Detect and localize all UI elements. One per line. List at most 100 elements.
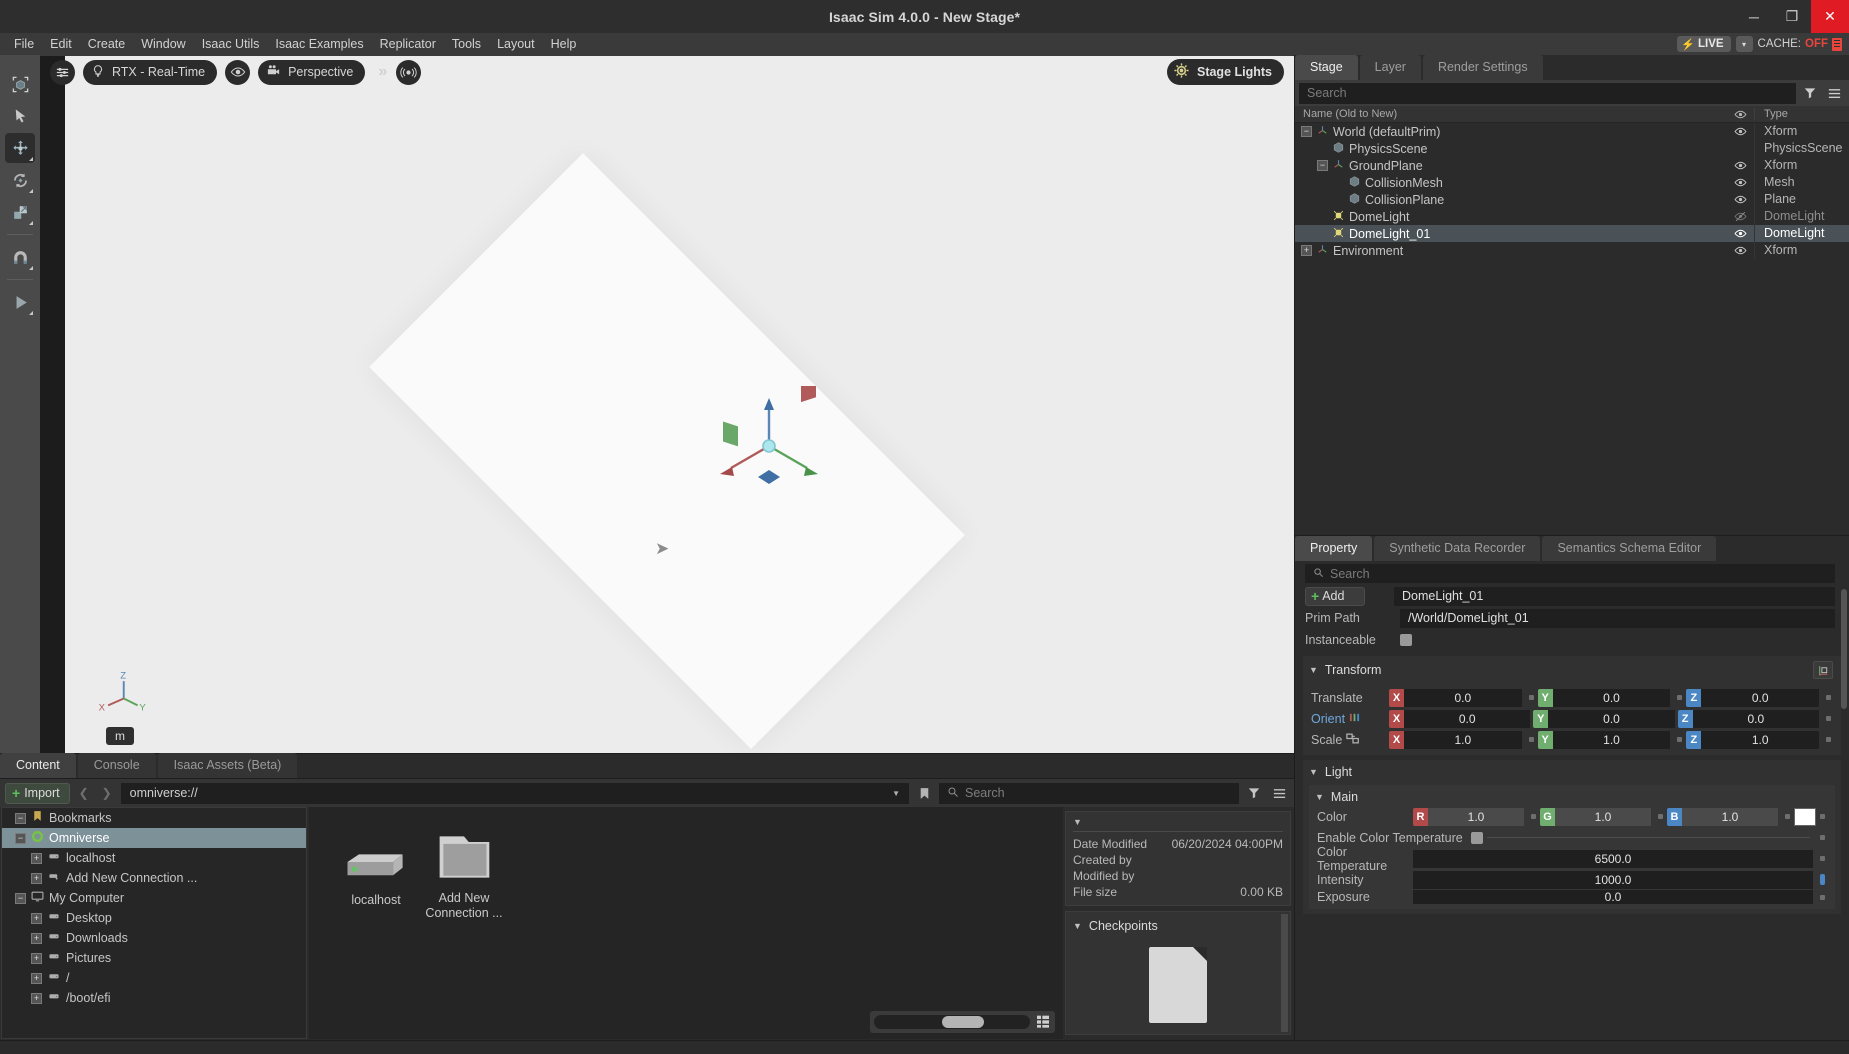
translate-y-reset-dot[interactable] xyxy=(1677,695,1683,700)
viewport-3d[interactable]: RTX - Real-Time Perspective » Stage Ligh… xyxy=(40,55,1294,753)
stage-filter-icon[interactable] xyxy=(1800,86,1820,100)
intensity-value[interactable]: 1000.0 xyxy=(1413,870,1813,889)
color-g-reset-dot[interactable] xyxy=(1658,814,1663,819)
list-item[interactable]: + Desktop xyxy=(2,908,306,928)
orient-z-field[interactable]: Z 0.0 xyxy=(1677,709,1819,728)
property-search-input[interactable]: Search xyxy=(1305,564,1835,583)
instanceable-checkbox[interactable] xyxy=(1400,634,1412,646)
camera-button[interactable]: Perspective xyxy=(258,59,366,85)
translate-reset-dot[interactable] xyxy=(1826,695,1832,700)
scale-z-field[interactable]: Z 1.0 xyxy=(1686,730,1820,749)
path-chevron-down-icon[interactable]: ▼ xyxy=(892,789,900,798)
chevron-double-right-icon[interactable]: » xyxy=(373,63,388,81)
live-button[interactable]: ⚡ LIVE xyxy=(1677,36,1731,52)
table-row[interactable]: PhysicsScene PhysicsScene xyxy=(1295,140,1849,157)
list-item[interactable]: + Pictures xyxy=(2,948,306,968)
translate-y-field[interactable]: Y 0.0 xyxy=(1537,688,1671,707)
scale-x-field[interactable]: X 1.0 xyxy=(1389,730,1522,749)
light-main-header[interactable]: ▼ Main xyxy=(1309,788,1835,806)
menu-replicator[interactable]: Replicator xyxy=(372,33,444,55)
file-info-collapse-icon[interactable]: ▼ xyxy=(1073,817,1283,827)
list-item[interactable]: + / xyxy=(2,968,306,988)
table-row[interactable]: DomeLight DomeLight xyxy=(1295,208,1849,225)
stage-menu-icon[interactable] xyxy=(1824,86,1844,101)
bookmark-icon[interactable] xyxy=(914,786,934,801)
color-r-field[interactable]: R 1.0 xyxy=(1413,807,1524,826)
prim-name-input[interactable]: DomeLight_01 xyxy=(1394,586,1835,606)
sensor-icon[interactable] xyxy=(396,59,422,85)
exposure-value[interactable]: 0.0 xyxy=(1413,890,1813,904)
visibility-toggle[interactable] xyxy=(1726,210,1754,223)
orient-y-field[interactable]: Y 0.0 xyxy=(1533,709,1675,728)
exposure-reset-dot[interactable] xyxy=(1820,894,1825,900)
cache-status[interactable]: CACHE: OFF xyxy=(1758,37,1842,51)
play-tool[interactable] xyxy=(5,287,35,317)
expander-toggle[interactable]: − xyxy=(15,892,26,904)
snap-tool[interactable] xyxy=(5,242,35,272)
list-item[interactable]: + Add New Connection ... xyxy=(2,868,306,888)
visibility-toggle[interactable] xyxy=(1726,176,1754,189)
table-row[interactable]: CollisionMesh Mesh xyxy=(1295,174,1849,191)
tab-console[interactable]: Console xyxy=(77,753,156,778)
intensity-reset-dot[interactable] xyxy=(1820,874,1825,885)
enable-color-temperature-reset-dot[interactable] xyxy=(1820,835,1825,840)
menu-edit[interactable]: Edit xyxy=(42,33,80,55)
visibility-toggle[interactable] xyxy=(1726,244,1754,257)
nav-forward-icon[interactable]: ❯ xyxy=(98,786,116,800)
translate-x-reset-dot[interactable] xyxy=(1528,695,1534,700)
expander-toggle[interactable]: − xyxy=(1317,160,1328,171)
content-menu-icon[interactable] xyxy=(1269,786,1289,801)
orient-x-field[interactable]: X 0.0 xyxy=(1389,709,1531,728)
list-item[interactable]: − Bookmarks xyxy=(2,808,306,828)
translate-z-field[interactable]: Z 0.0 xyxy=(1686,688,1820,707)
rotate-tool[interactable] xyxy=(5,165,35,195)
table-row[interactable]: − GroundPlane Xform xyxy=(1295,157,1849,174)
tab-layer[interactable]: Layer xyxy=(1359,55,1421,80)
expander-toggle[interactable]: + xyxy=(31,912,42,924)
move-tool[interactable] xyxy=(5,133,35,163)
stage-lights-button[interactable]: Stage Lights xyxy=(1166,59,1284,85)
stage-search-input[interactable]: Search xyxy=(1299,82,1796,104)
nav-back-icon[interactable]: ❮ xyxy=(75,786,93,800)
thumbnail-size-slider[interactable] xyxy=(874,1015,1030,1029)
table-row[interactable]: CollisionPlane Plane xyxy=(1295,191,1849,208)
color-b-field[interactable]: B 1.0 xyxy=(1667,807,1778,826)
tab-property[interactable]: Property xyxy=(1295,536,1373,561)
tab-semantics-schema-editor[interactable]: Semantics Schema Editor xyxy=(1542,536,1717,561)
list-item[interactable]: − Omniverse xyxy=(2,828,306,848)
menu-help[interactable]: Help xyxy=(543,33,585,55)
tab-isaac-assets[interactable]: Isaac Assets (Beta) xyxy=(157,753,298,778)
expander-toggle[interactable]: + xyxy=(31,872,42,884)
enable-color-temperature-checkbox[interactable] xyxy=(1470,831,1483,844)
column-name-header[interactable]: Name (Old to New) xyxy=(1295,108,1726,120)
table-row[interactable]: + Environment Xform xyxy=(1295,242,1849,259)
light-header[interactable]: ▼ Light xyxy=(1303,763,1841,781)
visibility-toggle[interactable] xyxy=(1726,193,1754,206)
scale-reset-dot[interactable] xyxy=(1826,737,1832,742)
table-row[interactable]: DomeLight_01 DomeLight xyxy=(1295,225,1849,242)
menu-create[interactable]: Create xyxy=(80,33,134,55)
expander-toggle[interactable]: + xyxy=(1301,245,1312,256)
tab-render-settings[interactable]: Render Settings xyxy=(1422,55,1543,80)
expander-toggle[interactable]: − xyxy=(15,832,26,844)
transform-gizmo[interactable] xyxy=(709,377,829,506)
orient-label-group[interactable]: Orient xyxy=(1311,712,1389,726)
add-button[interactable]: + Add xyxy=(1305,586,1365,606)
orient-reset-dot[interactable] xyxy=(1825,716,1831,721)
import-button[interactable]: + Import xyxy=(5,782,70,804)
scale-tool[interactable] xyxy=(5,197,35,227)
color-temperature-reset-dot[interactable] xyxy=(1820,856,1825,861)
translate-x-field[interactable]: X 0.0 xyxy=(1389,688,1522,707)
checkpoints-scrollbar[interactable] xyxy=(1281,914,1288,1032)
scale-y-reset-dot[interactable] xyxy=(1677,737,1683,742)
color-swatch[interactable] xyxy=(1794,807,1816,826)
content-search-input[interactable]: Search xyxy=(939,782,1239,804)
expander-toggle[interactable]: + xyxy=(31,952,42,964)
maximize-button[interactable]: ❐ xyxy=(1773,0,1811,33)
menu-file[interactable]: File xyxy=(6,33,42,55)
minimize-button[interactable]: ─ xyxy=(1735,0,1773,33)
scale-y-field[interactable]: Y 1.0 xyxy=(1537,730,1671,749)
tab-content[interactable]: Content xyxy=(0,753,76,778)
menu-tools[interactable]: Tools xyxy=(444,33,489,55)
column-type-header[interactable]: Type xyxy=(1754,108,1849,120)
